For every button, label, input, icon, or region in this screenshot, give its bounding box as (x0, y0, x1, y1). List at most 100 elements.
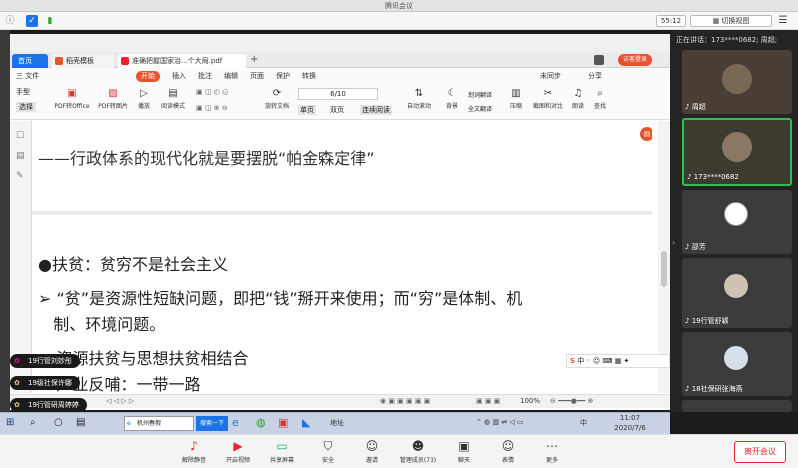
avatar-tile[interactable]: ♪ 19行管舒颖 (682, 258, 792, 328)
input-language[interactable]: 中 (580, 418, 587, 428)
search-icon[interactable]: ⌕ (30, 417, 36, 428)
browser-search-box[interactable]: e 机州春假 (124, 416, 194, 431)
tab-document[interactable]: 准确把握国家治...个大局.pdf (118, 54, 246, 68)
invite-button[interactable]: ☺ 邀请 (350, 439, 394, 464)
info-icon[interactable]: ⓘ (4, 15, 16, 27)
avatar-tile[interactable]: ♪ 18社保研张海燕 (682, 332, 792, 396)
chat-button[interactable]: ▣ 聊天 (442, 439, 486, 464)
background-button[interactable]: ☾ 背景 (440, 88, 464, 110)
task-view-icon[interactable]: ○ (54, 417, 63, 428)
hand-tool[interactable]: 手型 (16, 87, 30, 97)
start-video-button[interactable]: ▶ 开启视频 (216, 439, 260, 464)
browser-search-button[interactable]: 搜索一下 (196, 416, 229, 431)
pdf-to-image-label: PDF转图片 (98, 103, 128, 110)
manage-members-button[interactable]: ☻ 管理成员(73) (392, 439, 444, 464)
bookmark-icon[interactable]: ☐ (16, 131, 24, 141)
continuous-read-button[interactable]: 连续阅读 (360, 105, 392, 115)
compress-button[interactable]: ▥ 压缩 (506, 88, 526, 110)
zoom-tools[interactable]: ▣ ◫ ⊕ ⊖ (196, 104, 248, 116)
scrollbar-thumb[interactable] (661, 251, 667, 287)
reading-mode-button[interactable]: ▤ 阅读模式 (158, 88, 188, 110)
single-page-button[interactable]: 单页 (298, 105, 316, 115)
ime-toolbar[interactable]: S 中 ◦ ☺ ⌨ ▦ ✦ (566, 354, 670, 368)
pdf-to-office-button[interactable]: ▣ PDF转Office (52, 88, 92, 110)
menu-file[interactable]: 三 文件 (16, 71, 39, 82)
layout-mode-icons[interactable]: ▣ ▣ ▣ (476, 397, 500, 405)
double-page-button[interactable]: 双页 (330, 105, 344, 115)
page-nav[interactable]: ◁ ◁ ▷ ▷ (106, 397, 134, 405)
menu-annotate[interactable]: 批注 (198, 71, 212, 82)
menu-page[interactable]: 页面 (250, 71, 264, 82)
view-tools[interactable]: ▣ ◫ ◴ ◵ (196, 88, 248, 100)
full-translate-button[interactable]: 全文翻译 (468, 104, 492, 113)
clock-date[interactable]: 2020/7/6 (608, 424, 652, 432)
menu-icon[interactable]: ☰ (776, 15, 790, 27)
select-tool[interactable]: 选择 (16, 102, 36, 112)
read-aloud-button[interactable]: ♫ 朗读 (568, 88, 588, 110)
tencent-meeting-icon[interactable]: ◣ (302, 416, 310, 429)
security-button[interactable]: ⛉ 安全 (306, 439, 350, 464)
windows-start-icon[interactable]: ⊞ (6, 417, 14, 428)
document-viewport: ——行政体系的现代化就是要摆脱“帕金森定律” ●扶贫：贫穷不是社会主义 ➢ “贫… (32, 121, 652, 393)
find-button[interactable]: ⌕ 查找 (590, 88, 610, 110)
menu-convert[interactable]: 转换 (302, 71, 316, 82)
tab-home-label: 首页 (18, 57, 32, 65)
zoom-level[interactable]: 100% (520, 397, 540, 405)
menu-start[interactable]: 开始 (136, 71, 160, 82)
unmute-button[interactable]: ♪ 解除静音 (172, 439, 216, 464)
avatar-tile[interactable]: ♪ 邵芳 (682, 190, 792, 254)
zoom-slider[interactable]: ⊖ ━━━●━━ ⊕ (550, 397, 593, 405)
login-badge[interactable]: 访客登录 (618, 54, 653, 66)
pdf-to-image-button[interactable]: ▨ PDF转图片 (96, 88, 130, 110)
auto-scroll-button[interactable]: ⇅ 自动滚动 (402, 88, 436, 110)
doc-line-pin: ➢ “贫”是资源性短缺问题，即把“钱”掰开来使用；而“穷”是体制、机 (38, 289, 523, 308)
edge-icon[interactable]: e (232, 416, 239, 429)
menu-protect[interactable]: 保护 (276, 71, 290, 82)
collapse-panel-icon[interactable]: › (672, 238, 675, 247)
video-tile[interactable]: ♪ 周超 (682, 50, 792, 114)
chat-message[interactable]: ✿ 19行管刘妙彤 (10, 354, 80, 368)
rotate-button[interactable]: ⟳ 旋转文档 (262, 88, 292, 110)
word-translate-button[interactable]: 划词翻译 (468, 90, 492, 99)
auto-scroll-label: 自动滚动 (406, 103, 431, 110)
more-icon: ⋯ (546, 439, 558, 453)
more-button[interactable]: ⋯ 更多 (530, 439, 574, 464)
ime-lang: 中 (577, 357, 585, 365)
annotation-icon[interactable]: ✎ (16, 171, 24, 181)
tab-home[interactable]: 首页 (12, 54, 48, 68)
tile-icon[interactable]: ▤ (76, 417, 85, 428)
thumbnail-icon[interactable]: ▤ (16, 151, 25, 161)
wps-pdf-icon[interactable]: ▣ (278, 416, 288, 429)
screenshot-compare-button[interactable]: ✂ 截图和对比 (530, 88, 566, 110)
video-tile-speaking[interactable]: ♪ 173****0682 (682, 118, 792, 186)
system-tray-icons[interactable]: ⌃ ◍ ▥ ⇌ ◁ ▭ (476, 418, 524, 426)
avatar-tile[interactable] (682, 400, 792, 412)
tab-templates[interactable]: 稻壳模板 (52, 54, 114, 68)
floating-assistant-icon[interactable]: ▤ (640, 127, 652, 141)
chat-message[interactable]: ✿ 19级社保许娜 (10, 376, 80, 390)
menu-insert[interactable]: 插入 (172, 71, 186, 82)
share-screen-button[interactable]: ▭ 共享屏幕 (260, 439, 304, 464)
play-button[interactable]: ▷ 播放 (134, 88, 154, 110)
view-mode-icons[interactable]: ◉ ▣ ▣ ▣ ▣ ▣ (380, 397, 430, 405)
add-tab-button[interactable]: + (250, 54, 258, 65)
shield-icon[interactable]: ✓ (26, 15, 38, 27)
chat-message[interactable]: ✿ 19行管研周婷婷 (10, 398, 87, 412)
document-scrollbar[interactable] (658, 121, 670, 393)
search-icon: ⌕ (597, 88, 603, 99)
signal-icon[interactable]: ▮ (44, 15, 56, 27)
wechat-icon[interactable]: ◍ (256, 416, 266, 429)
leave-meeting-button[interactable]: 离开会议 (734, 441, 786, 463)
docer-icon (55, 57, 63, 65)
menu-edit[interactable]: 编辑 (224, 71, 238, 82)
play-icon: ▷ (140, 88, 148, 99)
pdf-statusbar: ◁ ◁ ▷ ▷ ◉ ▣ ▣ ▣ ▣ ▣ ▣ ▣ ▣ 100% ⊖ ━━━●━━ … (10, 394, 670, 408)
sync-status[interactable]: 未同步 (540, 71, 561, 82)
address-toolbar[interactable]: 地址 (330, 418, 344, 428)
clock-time[interactable]: 11:07 (610, 414, 650, 422)
emoji-button[interactable]: ☺ 表情 (486, 439, 530, 464)
switch-view-button[interactable]: ▦ 切换视图 (690, 15, 772, 27)
share-button[interactable]: 分享 (588, 71, 602, 82)
page-indicator[interactable]: 6/10 (298, 88, 378, 100)
participant-name-text: 邵芳 (691, 243, 706, 251)
